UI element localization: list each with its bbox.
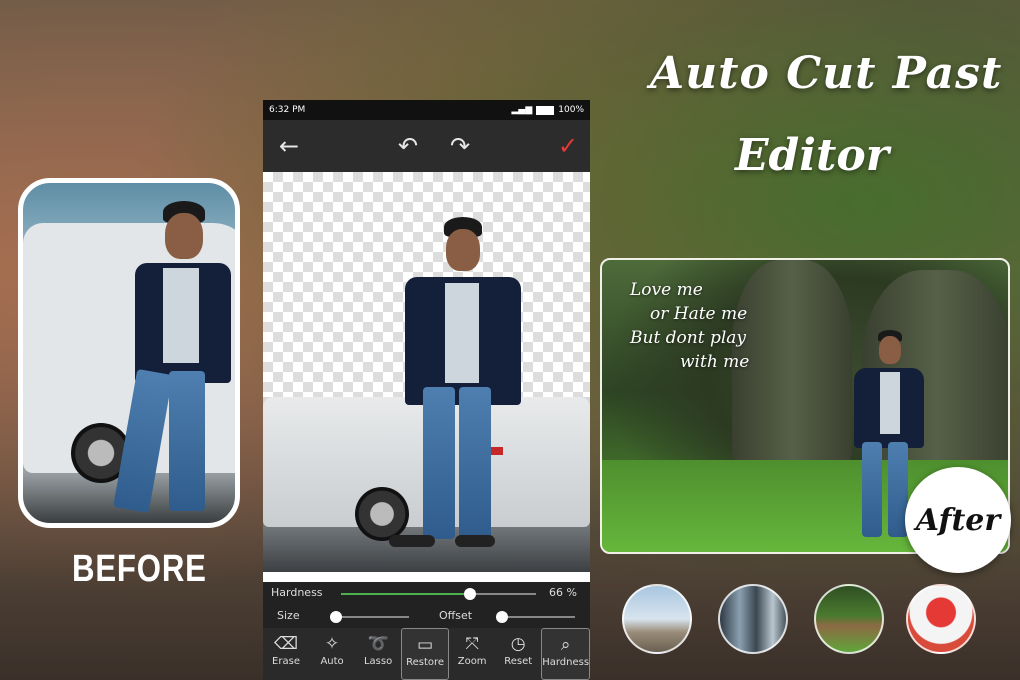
zoom-icon: ⤧: [465, 634, 479, 654]
phone-mockup: 6:32 PM ▂▄▆ 100% ← ↶ ↷ ✓ Hardness 66 % S…: [263, 100, 591, 680]
battery-icon: [536, 105, 555, 115]
after-badge: After: [905, 467, 1011, 573]
quote-text: Love me or Hate me But dont play with me: [630, 278, 749, 374]
tool-hardness[interactable]: ⌕ Hardness: [541, 628, 591, 680]
before-label: BEFORE: [72, 548, 207, 590]
tool-restore[interactable]: ▭ Restore: [401, 628, 450, 680]
hardness-icon: ⌕: [560, 635, 571, 655]
tree-trunk: [732, 260, 852, 470]
quote-line: or Hate me: [650, 304, 748, 324]
app-title-line2: Editor: [735, 130, 889, 181]
tool-erase[interactable]: ⌫ Erase: [263, 628, 309, 680]
size-slider-track[interactable]: [335, 616, 409, 618]
person: [113, 193, 233, 523]
tool-lasso[interactable]: ➰ Lasso: [355, 628, 401, 680]
battery-percent: 100%: [558, 105, 584, 115]
restore-icon: ▭: [417, 635, 434, 655]
quote-line: Love me: [630, 280, 703, 300]
tool-bar: ⌫ Erase ✧ Auto ➰ Lasso ▭ Restore ⤧ Zoom ◷ Rese…: [263, 628, 591, 680]
thumbnail-forest[interactable]: [814, 584, 884, 654]
canvas-scrollbar[interactable]: [263, 572, 590, 582]
tool-reset[interactable]: ◷ Reset: [495, 628, 541, 680]
lasso-icon: ➰: [367, 634, 389, 654]
thumbnail-heart-tree[interactable]: [906, 584, 976, 654]
hardness-label: Hardness: [271, 586, 323, 599]
size-slider-thumb[interactable]: [330, 611, 343, 623]
edit-canvas[interactable]: [263, 172, 590, 572]
back-arrow-icon[interactable]: ←: [279, 132, 299, 160]
offset-label: Offset: [439, 609, 473, 622]
app-title-line1: Auto Cut Past: [650, 48, 1003, 99]
hardness-slider-thumb[interactable]: [463, 588, 476, 600]
brush-controls: Hardness 66 % Size Offset: [263, 582, 590, 628]
redo-icon[interactable]: ↷: [450, 132, 470, 160]
thumbnail-city-skyline[interactable]: [622, 584, 692, 654]
tool-zoom[interactable]: ⤧ Zoom: [449, 628, 495, 680]
hardness-slider-fill: [341, 593, 470, 595]
before-photo-card: [18, 178, 240, 528]
offset-slider-thumb[interactable]: [496, 611, 509, 623]
hardness-value: 66 %: [549, 586, 577, 599]
offset-slider-track[interactable]: [501, 616, 575, 618]
reset-icon: ◷: [510, 634, 526, 654]
auto-wand-icon: ✧: [324, 634, 340, 654]
editor-toolbar: ← ↶ ↷ ✓: [263, 120, 590, 172]
quote-line: But dont play: [630, 328, 747, 348]
quote-line: with me: [680, 352, 750, 372]
eraser-icon: ⌫: [273, 634, 299, 654]
size-label: Size: [277, 609, 300, 622]
person-cutout: [389, 217, 521, 557]
check-icon[interactable]: ✓: [558, 132, 578, 160]
status-time: 6:32 PM: [269, 105, 306, 115]
tool-auto[interactable]: ✧ Auto: [309, 628, 355, 680]
undo-icon[interactable]: ↶: [398, 132, 418, 160]
signal-icon: ▂▄▆: [511, 105, 533, 115]
status-bar: 6:32 PM ▂▄▆ 100%: [263, 100, 590, 120]
thumbnail-city-buildings[interactable]: [718, 584, 788, 654]
